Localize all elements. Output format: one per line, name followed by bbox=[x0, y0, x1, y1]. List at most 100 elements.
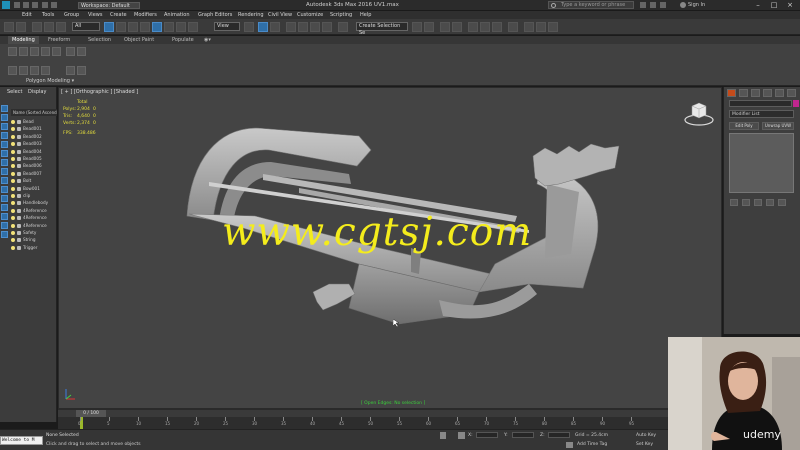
edit-border-icon[interactable] bbox=[30, 47, 39, 56]
tab-object-paint[interactable]: Object Paint bbox=[124, 36, 154, 44]
select-move-icon[interactable] bbox=[152, 22, 162, 32]
previous-modifier-icon[interactable] bbox=[8, 66, 17, 75]
sign-in-link[interactable]: Sign In bbox=[688, 1, 705, 10]
bind-space-warp-icon[interactable] bbox=[56, 22, 66, 32]
display-none-icon[interactable] bbox=[1, 222, 8, 229]
time-slider[interactable]: 0 / 100 bbox=[58, 409, 668, 417]
object-name-field[interactable] bbox=[729, 100, 792, 107]
menu-civil-view[interactable]: Civil View bbox=[268, 11, 292, 19]
display-shapes-icon[interactable] bbox=[1, 114, 8, 121]
polygon-modeling-panel-label[interactable]: Polygon Modeling ▾ bbox=[26, 78, 74, 84]
app-logo-icon[interactable] bbox=[2, 1, 10, 9]
object-list-item[interactable]: Handlebody bbox=[11, 199, 57, 206]
menu-group[interactable]: Group bbox=[64, 11, 79, 19]
lock-selection-icon[interactable] bbox=[440, 432, 446, 439]
visibility-lightbulb-icon[interactable] bbox=[11, 171, 15, 176]
edit-edge-icon[interactable] bbox=[19, 47, 28, 56]
utilities-tab-icon[interactable] bbox=[787, 89, 796, 97]
explorer-tab-display[interactable]: Display bbox=[28, 89, 46, 95]
visibility-lightbulb-icon[interactable] bbox=[11, 164, 15, 169]
rendered-frame-window-icon[interactable] bbox=[536, 22, 546, 32]
explorer-tab-select[interactable]: Select bbox=[7, 89, 22, 95]
use-soft-selection-icon[interactable] bbox=[77, 66, 86, 75]
select-rotate-icon[interactable] bbox=[164, 22, 174, 32]
track-bar[interactable]: 0 5 10 15 20 25 30 35 40 45 50 55 60 65 70 75 80 85 90 95 bbox=[58, 417, 668, 429]
render-setup-icon[interactable] bbox=[524, 22, 534, 32]
object-list-item[interactable]: String bbox=[11, 236, 57, 243]
display-geometry-icon[interactable] bbox=[1, 105, 8, 112]
modify-tab-icon[interactable] bbox=[739, 89, 748, 97]
display-tab-icon[interactable] bbox=[775, 89, 784, 97]
display-invert-icon[interactable] bbox=[1, 231, 8, 238]
add-time-tag-button[interactable]: Add Time Tag bbox=[577, 442, 607, 447]
object-list-item[interactable]: 4Reference bbox=[11, 222, 57, 229]
display-bones-icon[interactable] bbox=[1, 177, 8, 184]
menu-help[interactable]: Help bbox=[360, 11, 371, 19]
help-icon[interactable] bbox=[660, 2, 666, 8]
visibility-lightbulb-icon[interactable] bbox=[11, 134, 15, 139]
object-list-item[interactable]: Trigger bbox=[11, 244, 57, 251]
select-object-icon[interactable] bbox=[104, 22, 114, 32]
object-list-item[interactable]: 4Reference bbox=[11, 207, 57, 214]
visibility-lightbulb-icon[interactable] bbox=[11, 216, 15, 221]
visibility-lightbulb-icon[interactable] bbox=[11, 149, 15, 154]
graphite-ribbon-icon[interactable] bbox=[468, 22, 478, 32]
redo-icon[interactable] bbox=[51, 2, 57, 8]
display-all-icon[interactable] bbox=[1, 213, 8, 220]
minimize-button[interactable]: – bbox=[752, 1, 764, 9]
schematic-view-icon[interactable] bbox=[492, 22, 502, 32]
absolute-mode-icon[interactable] bbox=[458, 432, 465, 439]
mirror-icon[interactable] bbox=[412, 22, 422, 32]
visibility-lightbulb-icon[interactable] bbox=[11, 186, 15, 191]
object-list-item[interactable]: Bead005 bbox=[11, 155, 57, 162]
remove-modifier-icon[interactable] bbox=[766, 199, 774, 206]
menu-create[interactable]: Create bbox=[110, 11, 127, 19]
motion-tab-icon[interactable] bbox=[763, 89, 772, 97]
visibility-lightbulb-icon[interactable] bbox=[11, 231, 15, 235]
maximize-button[interactable]: □ bbox=[768, 1, 780, 9]
explorer-column-header[interactable]: Name (Sorted Ascending) bbox=[11, 109, 57, 116]
visibility-lightbulb-icon[interactable] bbox=[11, 142, 15, 147]
ribbon-options-icon[interactable]: ◉▾ bbox=[204, 36, 211, 44]
object-list-item[interactable]: clip bbox=[11, 192, 57, 199]
select-place-icon[interactable] bbox=[188, 22, 198, 32]
search-input[interactable]: Type a keyword or phrase bbox=[548, 1, 634, 9]
set-key-button[interactable]: Set Key bbox=[636, 442, 653, 447]
save-file-icon[interactable] bbox=[32, 2, 38, 8]
unwrap-uvw-button[interactable]: Unwrap UVW bbox=[762, 122, 794, 130]
display-containers-icon[interactable] bbox=[1, 186, 8, 193]
visibility-lightbulb-icon[interactable] bbox=[11, 157, 15, 161]
unlink-icon[interactable] bbox=[44, 22, 54, 32]
menu-scripting[interactable]: Scripting bbox=[330, 11, 352, 19]
show-end-result-icon[interactable] bbox=[30, 66, 39, 75]
undo-icon[interactable] bbox=[42, 2, 48, 8]
menu-customize[interactable]: Customize bbox=[297, 11, 323, 19]
object-list-item[interactable]: Safety bbox=[11, 229, 57, 236]
visibility-lightbulb-icon[interactable] bbox=[11, 194, 15, 198]
modify-mode-icon[interactable] bbox=[66, 47, 75, 56]
named-selection-set-dropdown[interactable]: Create Selection Se bbox=[356, 22, 408, 36]
modifier-stack[interactable] bbox=[729, 133, 794, 193]
x-coordinate-field[interactable] bbox=[476, 432, 498, 438]
selection-filter-dropdown[interactable]: All bbox=[72, 22, 100, 31]
curve-editor-icon[interactable] bbox=[480, 22, 490, 32]
star-icon[interactable] bbox=[650, 2, 656, 8]
menu-rendering[interactable]: Rendering bbox=[238, 11, 264, 19]
display-cameras-icon[interactable] bbox=[1, 132, 8, 139]
menu-modifiers[interactable]: Modifiers bbox=[134, 11, 157, 19]
object-list-item[interactable]: 4Reference bbox=[11, 214, 57, 221]
pivot-center-icon[interactable] bbox=[244, 22, 254, 32]
align-icon[interactable] bbox=[424, 22, 434, 32]
new-file-icon[interactable] bbox=[14, 2, 20, 8]
collapse-stack-icon[interactable] bbox=[41, 66, 50, 75]
binoculars-icon[interactable] bbox=[640, 2, 646, 8]
perspective-viewport[interactable]: [ + ] [Orthographic ] [Shaded ] Total Po… bbox=[58, 87, 722, 409]
visibility-lightbulb-icon[interactable] bbox=[11, 208, 15, 213]
tab-freeform[interactable]: Freeform bbox=[48, 36, 70, 44]
tab-modeling[interactable]: Modeling bbox=[8, 36, 39, 44]
workspace-dropdown[interactable]: Workspace: Default bbox=[78, 2, 140, 9]
object-list-item[interactable]: Bow001 bbox=[11, 185, 57, 192]
layer-explorer-icon[interactable] bbox=[452, 22, 462, 32]
edit-element-icon[interactable] bbox=[52, 47, 61, 56]
visibility-lightbulb-icon[interactable] bbox=[11, 238, 15, 243]
